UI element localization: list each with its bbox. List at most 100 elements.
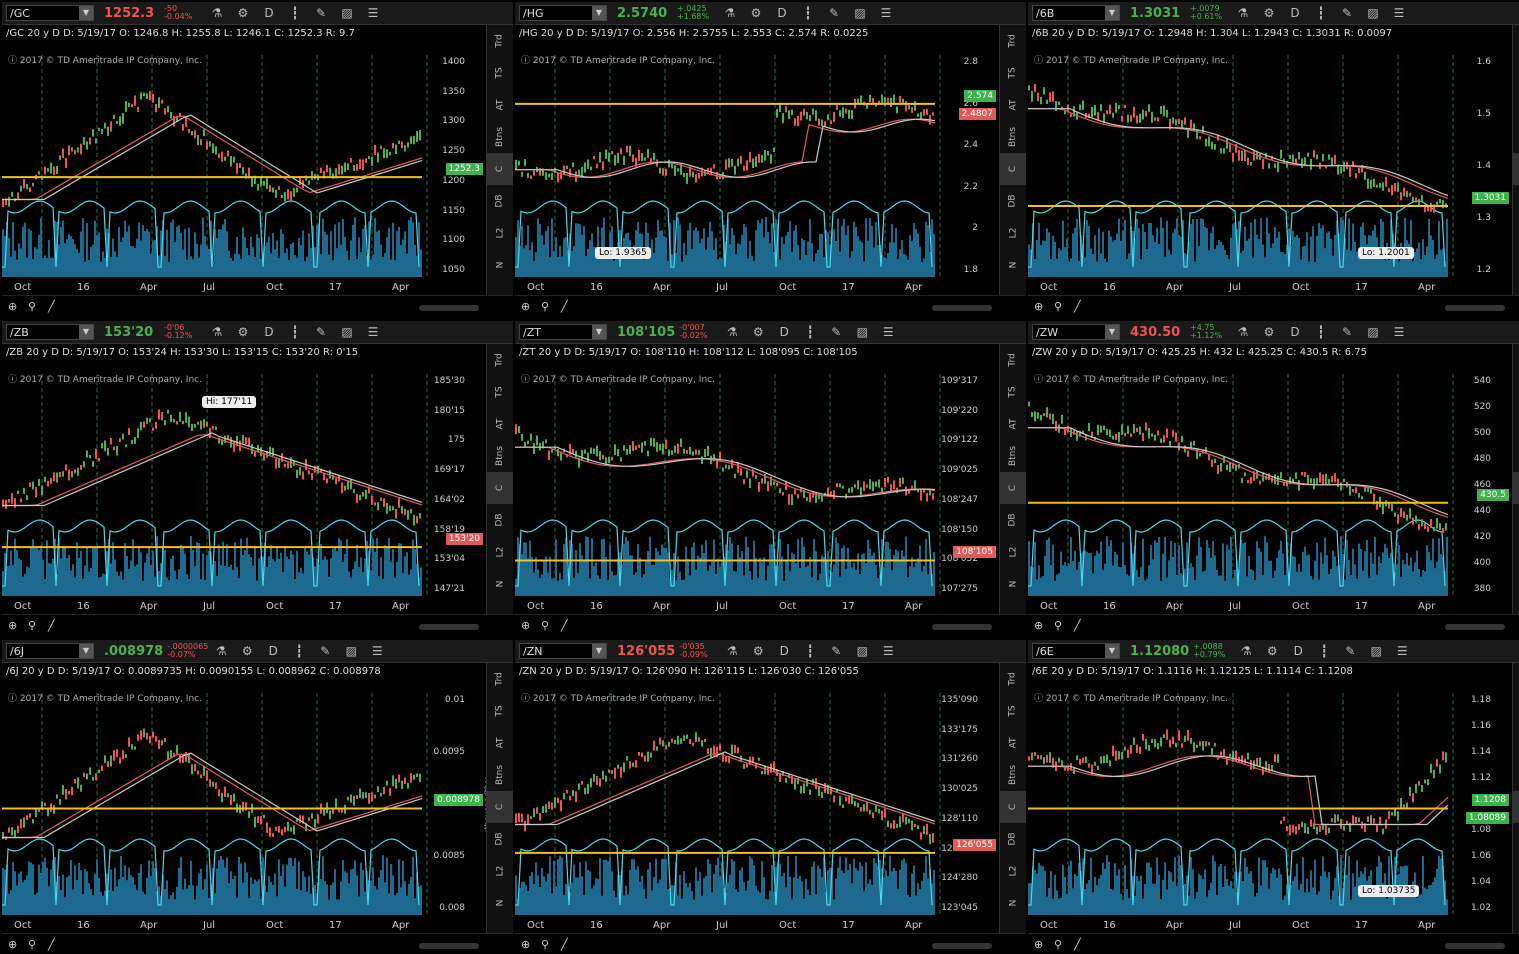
menu-icon[interactable]: ☰ [1386, 6, 1412, 20]
zoom-icon[interactable]: ⚲ [541, 300, 549, 313]
side-tab-btns[interactable]: Btns [1000, 759, 1026, 791]
pencil-icon[interactable]: ✎ [1334, 6, 1360, 20]
side-tab-trd[interactable]: Trd [1513, 344, 1519, 376]
crosshair-icon[interactable]: ⊕ [1034, 619, 1043, 632]
chart-area[interactable]: /ZN 20 y D D: 5/19/17 O: 126'090 H: 126'… [515, 663, 1026, 933]
side-tab-l2[interactable]: L2 [1513, 217, 1519, 249]
d-label[interactable]: D [769, 6, 795, 20]
horizontal-scrollbar[interactable] [932, 624, 992, 630]
line-tool-icon[interactable]: ╱ [561, 619, 568, 632]
pattern-icon[interactable]: ▨ [849, 644, 875, 658]
crosshair-icon[interactable]: ⊕ [521, 938, 530, 951]
side-tab-l2[interactable]: L2 [1513, 536, 1519, 568]
zoom-icon[interactable]: ⚲ [1054, 619, 1062, 632]
pencil-icon[interactable]: ✎ [823, 644, 849, 658]
side-tab-trd[interactable]: Trd [1000, 663, 1026, 695]
menu-icon[interactable]: ☰ [873, 6, 899, 20]
side-tab-at[interactable]: AT [487, 727, 513, 759]
zoom-icon[interactable]: ⚲ [28, 938, 36, 951]
pencil-icon[interactable]: ✎ [308, 6, 334, 20]
chart-panel-gc[interactable]: /GC ▼ 1252.3 -50 -0.04% ⚗ ⚙ D ┇ ✎ ▨ ☰/GC 20 y D D… [2, 2, 513, 316]
flask-icon[interactable]: ⚗ [208, 644, 234, 658]
chevron-down-icon[interactable]: ▼ [79, 6, 93, 20]
chart-area[interactable]: /HG 20 y D D: 5/19/17 O: 2.556 H: 2.5755… [515, 25, 1026, 295]
crosshair-icon[interactable]: ⊕ [8, 300, 17, 313]
side-tab-n[interactable]: N [487, 568, 513, 600]
side-tab-db[interactable]: DB [487, 504, 513, 536]
zoom-icon[interactable]: ⚲ [541, 619, 549, 632]
pattern-icon[interactable]: ▨ [1363, 644, 1389, 658]
pattern-icon[interactable]: ▨ [849, 325, 875, 339]
side-tab-at[interactable]: AT [1513, 89, 1519, 121]
side-tab-ts[interactable]: TS [1000, 695, 1026, 727]
gear-icon[interactable]: ⚙ [745, 325, 771, 339]
side-tab-db[interactable]: DB [1513, 504, 1519, 536]
side-tab-n[interactable]: N [1513, 249, 1519, 281]
side-tab-c[interactable]: C [487, 791, 513, 823]
crosshair-icon[interactable]: ⊕ [1034, 300, 1043, 313]
chevron-down-icon[interactable]: ▼ [1105, 644, 1119, 658]
side-tab-trd[interactable]: Trd [1513, 25, 1519, 57]
symbol-selector[interactable]: /6J ▼ [6, 643, 94, 659]
chart-area[interactable]: /ZW 20 y D D: 5/19/17 O: 425.25 H: 432 L… [1028, 344, 1519, 614]
candles-icon[interactable]: ┇ [286, 644, 312, 658]
line-tool-icon[interactable]: ╱ [48, 300, 55, 313]
crosshair-icon[interactable]: ⊕ [521, 300, 530, 313]
pattern-icon[interactable]: ▨ [338, 644, 364, 658]
chart-panel-hg[interactable]: /HG ▼ 2.5740 +.0425 +1.68% ⚗ ⚙ D ┇ ✎ ▨ ☰/HG 20 y … [515, 2, 1026, 316]
chart-panel-zt[interactable]: /ZT ▼ 108'105 -0'007 -0.02% ⚗ ⚙ D ┇ ✎ ▨ ☰/ZT 20 y… [515, 321, 1026, 635]
pencil-icon[interactable]: ✎ [308, 325, 334, 339]
gear-icon[interactable]: ⚙ [1256, 325, 1282, 339]
info-icon[interactable]: ⓘ [8, 694, 17, 704]
candles-icon[interactable]: ┇ [797, 325, 823, 339]
flask-icon[interactable]: ⚗ [1233, 644, 1259, 658]
side-tab-ts[interactable]: TS [1513, 695, 1519, 727]
chevron-down-icon[interactable]: ▼ [592, 325, 606, 339]
side-tab-trd[interactable]: Trd [1000, 25, 1026, 57]
horizontal-scrollbar[interactable] [1445, 943, 1505, 949]
side-tab-ts[interactable]: TS [487, 695, 513, 727]
chart-panel-6j[interactable]: /6J ▼ .008978 -.0000065 -0.07% ⚗ ⚙ D ┇ ✎ ▨ ☰/6J 2… [2, 640, 513, 954]
candles-icon[interactable]: ┇ [1311, 644, 1337, 658]
side-tab-at[interactable]: AT [1000, 408, 1026, 440]
symbol-selector[interactable]: /ZN ▼ [519, 643, 607, 659]
horizontal-scrollbar[interactable] [1445, 305, 1505, 311]
horizontal-scrollbar[interactable] [932, 943, 992, 949]
side-tab-db[interactable]: DB [487, 823, 513, 855]
line-tool-icon[interactable]: ╱ [1074, 938, 1081, 951]
side-tab-btns[interactable]: Btns [1513, 440, 1519, 472]
chart-panel-6e[interactable]: /6E ▼ 1.12080 +.0088 +0.79% ⚗ ⚙ D ┇ ✎ ▨ ☰/6E 20 y… [1028, 640, 1519, 954]
side-tab-db[interactable]: DB [1513, 823, 1519, 855]
pencil-icon[interactable]: ✎ [1334, 325, 1360, 339]
line-tool-icon[interactable]: ╱ [561, 300, 568, 313]
horizontal-scrollbar[interactable] [419, 305, 479, 311]
horizontal-scrollbar[interactable] [419, 943, 479, 949]
horizontal-scrollbar[interactable] [932, 305, 992, 311]
side-tab-c[interactable]: C [1513, 153, 1519, 185]
side-tab-btns[interactable]: Btns [487, 759, 513, 791]
side-tab-at[interactable]: AT [1000, 727, 1026, 759]
side-tab-db[interactable]: DB [1000, 823, 1026, 855]
zoom-icon[interactable]: ⚲ [28, 300, 36, 313]
crosshair-icon[interactable]: ⊕ [8, 938, 17, 951]
menu-icon[interactable]: ☰ [1386, 325, 1412, 339]
info-icon[interactable]: ⓘ [521, 694, 530, 704]
flask-icon[interactable]: ⚗ [717, 6, 743, 20]
side-tab-at[interactable]: AT [487, 89, 513, 121]
info-icon[interactable]: ⓘ [521, 375, 530, 385]
side-tab-c[interactable]: C [487, 472, 513, 504]
side-tab-c[interactable]: C [1513, 472, 1519, 504]
pencil-icon[interactable]: ✎ [1337, 644, 1363, 658]
candles-icon[interactable]: ┇ [282, 6, 308, 20]
side-tab-c[interactable]: C [1000, 472, 1026, 504]
pattern-icon[interactable]: ▨ [847, 6, 873, 20]
side-tab-trd[interactable]: Trd [487, 25, 513, 57]
side-tab-c[interactable]: C [1000, 791, 1026, 823]
symbol-selector[interactable]: /ZB ▼ [6, 324, 94, 340]
menu-icon[interactable]: ☰ [360, 6, 386, 20]
side-tab-at[interactable]: AT [1513, 727, 1519, 759]
side-tab-l2[interactable]: L2 [487, 855, 513, 887]
gear-icon[interactable]: ⚙ [1259, 644, 1285, 658]
side-tab-l2[interactable]: L2 [1513, 855, 1519, 887]
side-tab-trd[interactable]: Trd [487, 663, 513, 695]
